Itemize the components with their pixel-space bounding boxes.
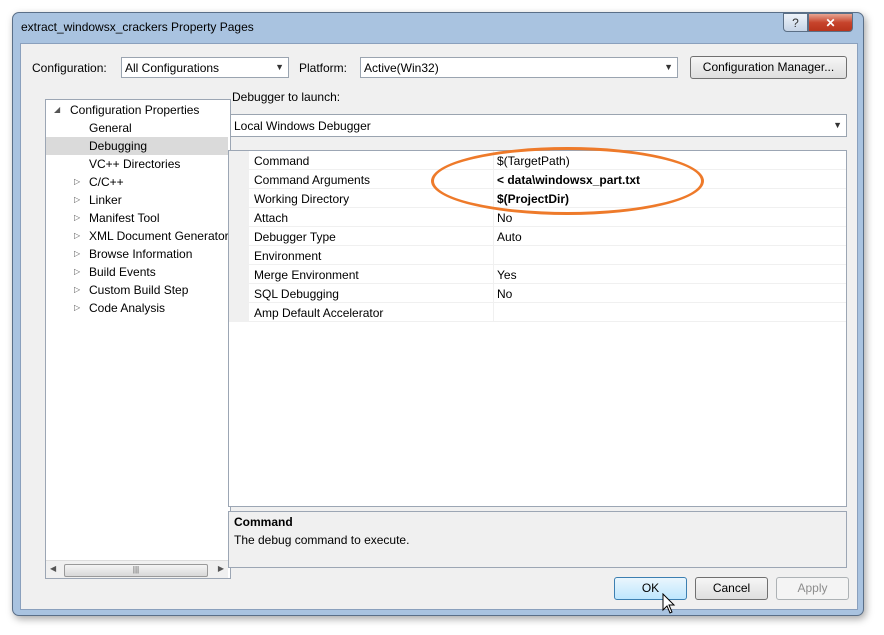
property-name: Amp Default Accelerator	[254, 306, 384, 320]
scroll-thumb[interactable]: |||	[64, 564, 208, 577]
close-button[interactable]: ✕	[808, 13, 853, 32]
description-panel: Command The debug command to execute.	[228, 511, 847, 568]
row-gutter	[229, 208, 249, 227]
configuration-manager-button[interactable]: Configuration Manager...	[690, 56, 847, 79]
column-divider	[493, 227, 494, 246]
chevron-down-icon: ▼	[833, 120, 842, 130]
tree-item-label: Browse Information	[89, 247, 193, 261]
debugger-dropdown[interactable]: Local Windows Debugger ▼	[230, 114, 847, 137]
expand-triangle-icon[interactable]: ▷	[74, 263, 84, 281]
expand-triangle-icon[interactable]: ▷	[74, 209, 84, 227]
tree-item-label: C/C++	[89, 175, 124, 189]
highlight-oval-annotation	[431, 147, 704, 215]
tree-item-label: VC++ Directories	[89, 157, 181, 171]
property-row[interactable]: Environment	[229, 246, 846, 265]
expand-triangle-icon[interactable]: ▷	[74, 227, 84, 245]
collapse-triangle-icon[interactable]: ◢	[54, 101, 64, 119]
expand-triangle-icon[interactable]: ▷	[74, 281, 84, 299]
expand-triangle-icon[interactable]: ▷	[74, 191, 84, 209]
property-name: Debugger Type	[254, 230, 336, 244]
column-divider	[493, 284, 494, 303]
configuration-dropdown[interactable]: All Configurations ▼	[121, 57, 289, 78]
property-row[interactable]: SQL Debugging No	[229, 284, 846, 303]
tree-horizontal-scrollbar[interactable]: ◀ ||| ▶	[46, 560, 228, 578]
row-gutter	[229, 151, 249, 170]
tree-item-label: Linker	[89, 193, 122, 207]
window-title: extract_windowsx_crackers Property Pages	[21, 20, 254, 34]
row-gutter	[229, 265, 249, 284]
cancel-button[interactable]: Cancel	[695, 577, 768, 600]
row-gutter	[229, 170, 249, 189]
column-divider	[493, 246, 494, 265]
property-row[interactable]: Merge Environment Yes	[229, 265, 846, 284]
ok-button[interactable]: OK	[614, 577, 687, 600]
apply-button[interactable]: Apply	[776, 577, 849, 600]
property-name: SQL Debugging	[254, 287, 339, 301]
property-row[interactable]: Debugger Type Auto	[229, 227, 846, 246]
row-gutter	[229, 284, 249, 303]
help-button[interactable]: ?	[783, 13, 808, 32]
property-value[interactable]: No	[497, 287, 512, 301]
property-name: Merge Environment	[254, 268, 359, 282]
column-divider	[493, 265, 494, 284]
tree-item-label: Build Events	[89, 265, 156, 279]
property-name: Command	[254, 154, 310, 168]
tree-item-label: XML Document Generator	[89, 229, 229, 243]
title-bar[interactable]: extract_windowsx_crackers Property Pages…	[13, 13, 863, 43]
platform-value: Active(Win32)	[364, 61, 439, 75]
tree-item-label: Code Analysis	[89, 301, 166, 315]
column-divider	[493, 208, 494, 227]
expand-triangle-icon[interactable]: ▷	[74, 245, 84, 263]
row-gutter	[229, 189, 249, 208]
configuration-label: Configuration:	[32, 61, 107, 75]
property-value[interactable]: No	[497, 211, 512, 225]
scroll-right-icon[interactable]: ▶	[218, 564, 224, 573]
tree-item-label: Debugging	[89, 139, 148, 153]
property-value[interactable]: Auto	[497, 230, 522, 244]
tree-item-label: Custom Build Step	[89, 283, 189, 297]
row-gutter	[229, 246, 249, 265]
property-row[interactable]: Amp Default Accelerator	[229, 303, 846, 322]
description-text: The debug command to execute.	[234, 533, 410, 547]
tree-item-label: Manifest Tool	[89, 211, 160, 225]
platform-dropdown[interactable]: Active(Win32) ▼	[360, 57, 678, 78]
debugger-value: Local Windows Debugger	[234, 119, 371, 133]
tree-item-label: General	[89, 121, 132, 135]
property-name: Command Arguments	[254, 173, 371, 187]
scroll-left-icon[interactable]: ◀	[50, 564, 56, 573]
property-value[interactable]: Yes	[497, 268, 517, 282]
chevron-down-icon: ▼	[664, 62, 673, 72]
configuration-value: All Configurations	[125, 61, 220, 75]
expand-triangle-icon[interactable]: ▷	[74, 173, 84, 191]
row-gutter	[229, 227, 249, 246]
platform-label: Platform:	[299, 61, 348, 75]
settings-tree[interactable]: ◢ Configuration Properties General Debugg…	[45, 99, 231, 579]
property-name: Attach	[254, 211, 289, 225]
column-divider	[493, 303, 494, 322]
property-name: Working Directory	[254, 192, 350, 206]
expand-triangle-icon[interactable]: ▷	[74, 299, 84, 317]
mouse-cursor-icon	[662, 593, 676, 614]
property-name: Environment	[254, 249, 322, 263]
debugger-launch-label: Debugger to launch:	[232, 90, 341, 104]
description-title: Command	[234, 515, 293, 529]
chevron-down-icon: ▼	[275, 62, 284, 72]
row-gutter	[229, 303, 249, 322]
